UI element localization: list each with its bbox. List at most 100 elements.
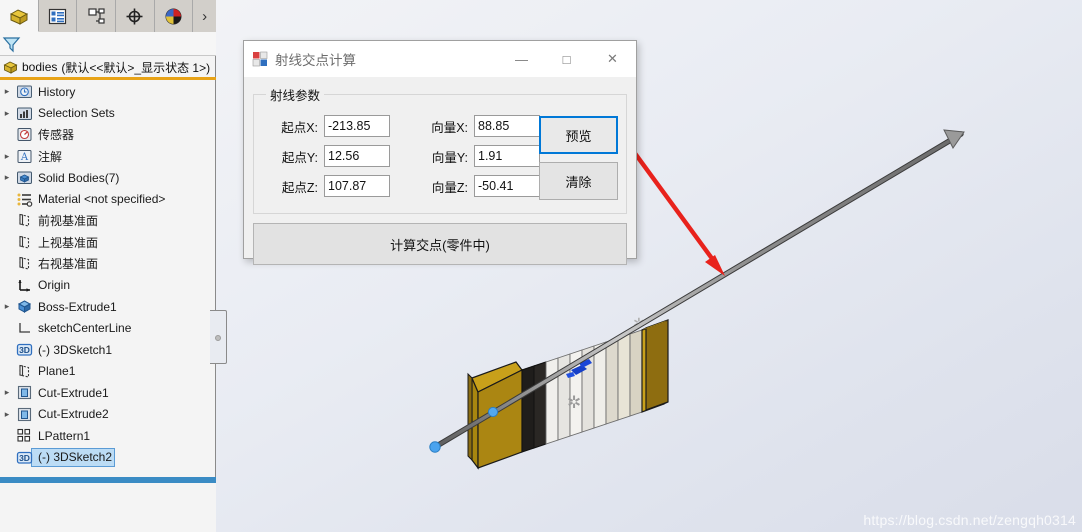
tree-filter-bar[interactable] (0, 32, 216, 56)
feature-tree[interactable]: ▸ History ▸ Selection Sets 传感器 ▸ A 注解 ▸ Solid Bod… (0, 81, 216, 481)
feature-tree-icon (9, 8, 28, 25)
tree-item[interactable]: ▸ Boss-Extrude1 (0, 296, 216, 318)
ray-parameters-legend: 射线参数 (270, 89, 321, 103)
boss-extrude-icon (17, 300, 32, 314)
application-window: ✲ ✲ (0, 0, 1082, 532)
plane-icon (19, 214, 30, 227)
tree-item-label: (-) 3DSketch2 (38, 450, 113, 465)
ray-intersection-dialog[interactable]: 射线交点计算 — □ ✕ 射线参数 起点X: 向量X: 起点Y: (243, 40, 637, 265)
minimize-button[interactable]: — (499, 41, 544, 77)
dialog-body: 射线参数 起点X: 向量X: 起点Y: 向量Y: 起点Z: (244, 77, 636, 274)
plane-icon (19, 257, 30, 270)
configuration-manager-tab[interactable] (77, 0, 116, 32)
selection-sets-icon (17, 107, 32, 120)
tree-item-label: History (38, 84, 76, 99)
selection-sets-icon-wrap (14, 105, 35, 122)
panel-splitter-handle[interactable] (210, 310, 227, 364)
tree-item[interactable]: ▸ History (0, 81, 216, 103)
start-z-input[interactable] (324, 175, 390, 197)
tree-item[interactable]: ▸ A 注解 (0, 146, 216, 168)
dialog-title-bar[interactable]: 射线交点计算 — □ ✕ (244, 41, 636, 77)
splitter-grip-dot (215, 335, 221, 341)
tree-item[interactable]: 上视基准面 (0, 232, 216, 254)
tree-item-label: Material <not specified> (38, 192, 166, 207)
feature-manager-tab[interactable] (0, 0, 39, 32)
configuration-icon (87, 7, 105, 24)
panel-empty-area (0, 483, 216, 532)
vector-z-label: 向量Z: (431, 180, 468, 195)
solid-bodies-icon (17, 171, 32, 185)
tree-item[interactable]: 传感器 (0, 124, 216, 146)
tree-item[interactable]: 3D (-) 3DSketch1 (0, 339, 216, 361)
tree-item-label: Cut-Extrude1 (38, 385, 109, 400)
origin-icon-wrap (14, 277, 35, 294)
plane-icon-wrap (14, 363, 35, 380)
expand-twisty-icon[interactable]: ▸ (0, 387, 14, 398)
tree-item-label: Boss-Extrude1 (38, 299, 117, 314)
part-body-icon (3, 60, 18, 74)
preview-button[interactable]: 预览 (539, 116, 618, 154)
sensor-icon-wrap (14, 126, 35, 143)
tree-item-label: sketchCenterLine (38, 321, 132, 336)
history-icon-wrap (14, 83, 35, 100)
vector-x-label: 向量X: (431, 120, 468, 135)
tree-item[interactable]: Material <not specified> (0, 189, 216, 211)
solid-bodies-icon-wrap (14, 169, 35, 186)
vector-x-input[interactable] (474, 115, 540, 137)
tree-item-label: Solid Bodies(7) (38, 170, 120, 185)
plane-icon-wrap (14, 255, 35, 272)
start-x-input[interactable] (324, 115, 390, 137)
tree-item-label: Origin (38, 278, 71, 293)
annotations-icon-wrap: A (14, 148, 35, 165)
tree-item[interactable]: ▸ Cut-Extrude1 (0, 382, 216, 404)
material-icon-wrap (14, 191, 35, 208)
cut-extrude-icon-wrap (14, 406, 35, 423)
tree-item-label: (-) 3DSketch1 (38, 342, 113, 357)
tree-item[interactable]: LPattern1 (0, 425, 216, 447)
sketch-icon-wrap (14, 320, 35, 337)
maximize-button[interactable]: □ (544, 41, 589, 77)
tree-item[interactable]: ▸ Cut-Extrude2 (0, 404, 216, 426)
expand-twisty-icon[interactable]: ▸ (0, 86, 14, 97)
property-list-icon (48, 8, 67, 24)
vector-y-input[interactable] (474, 145, 540, 167)
tree-item-label: Cut-Extrude2 (38, 407, 109, 422)
3d-sketch-icon-wrap: 3D (14, 341, 35, 358)
tree-item[interactable]: 3D (-) 3DSketch2 (0, 447, 216, 469)
expand-twisty-icon[interactable]: ▸ (0, 108, 14, 119)
start-y-input[interactable] (324, 145, 390, 167)
cut-extrude-icon (17, 386, 32, 400)
dialog-title-text: 射线交点计算 (275, 53, 356, 68)
clear-button[interactable]: 清除 (539, 162, 618, 200)
material-icon (17, 193, 33, 207)
origin-icon (18, 279, 30, 292)
more-tabs-chevron[interactable]: › (193, 0, 216, 32)
tree-item[interactable]: Origin (0, 275, 216, 297)
cut-extrude-icon-wrap (14, 384, 35, 401)
expand-twisty-icon[interactable]: ▸ (0, 172, 14, 183)
expand-twisty-icon[interactable]: ▸ (0, 151, 14, 162)
annotations-icon: A (17, 149, 32, 163)
feature-manager-panel: › bodies (默认<<默认>_显示状态 1>) ▸ History ▸ Sele… (0, 0, 227, 532)
vector-z-input[interactable] (474, 175, 540, 197)
3d-sketch-icon: 3D (16, 344, 33, 356)
tree-item-label: Selection Sets (38, 106, 115, 121)
vector-y-label: 向量Y: (431, 150, 468, 165)
tree-item[interactable]: 右视基准面 (0, 253, 216, 275)
expand-twisty-icon[interactable]: ▸ (0, 409, 14, 420)
close-button[interactable]: ✕ (589, 41, 636, 77)
display-manager-tab[interactable] (154, 0, 194, 32)
tree-item[interactable]: 前视基准面 (0, 210, 216, 232)
tree-item[interactable]: ▸ Selection Sets (0, 103, 216, 125)
tree-item[interactable]: sketchCenterLine (0, 318, 216, 340)
property-manager-tab[interactable] (38, 0, 78, 32)
tree-root-node[interactable]: bodies (默认<<默认>_显示状态 1>) (0, 57, 216, 77)
plane-icon-wrap (14, 212, 35, 229)
history-icon (17, 85, 32, 99)
dimxpert-manager-tab[interactable] (115, 0, 155, 32)
tree-item[interactable]: ▸ Solid Bodies(7) (0, 167, 216, 189)
tree-item[interactable]: Plane1 (0, 361, 216, 383)
compute-intersection-button[interactable]: 计算交点(零件中) (253, 223, 627, 265)
start-z-label: 起点Z: (281, 180, 318, 195)
expand-twisty-icon[interactable]: ▸ (0, 301, 14, 312)
